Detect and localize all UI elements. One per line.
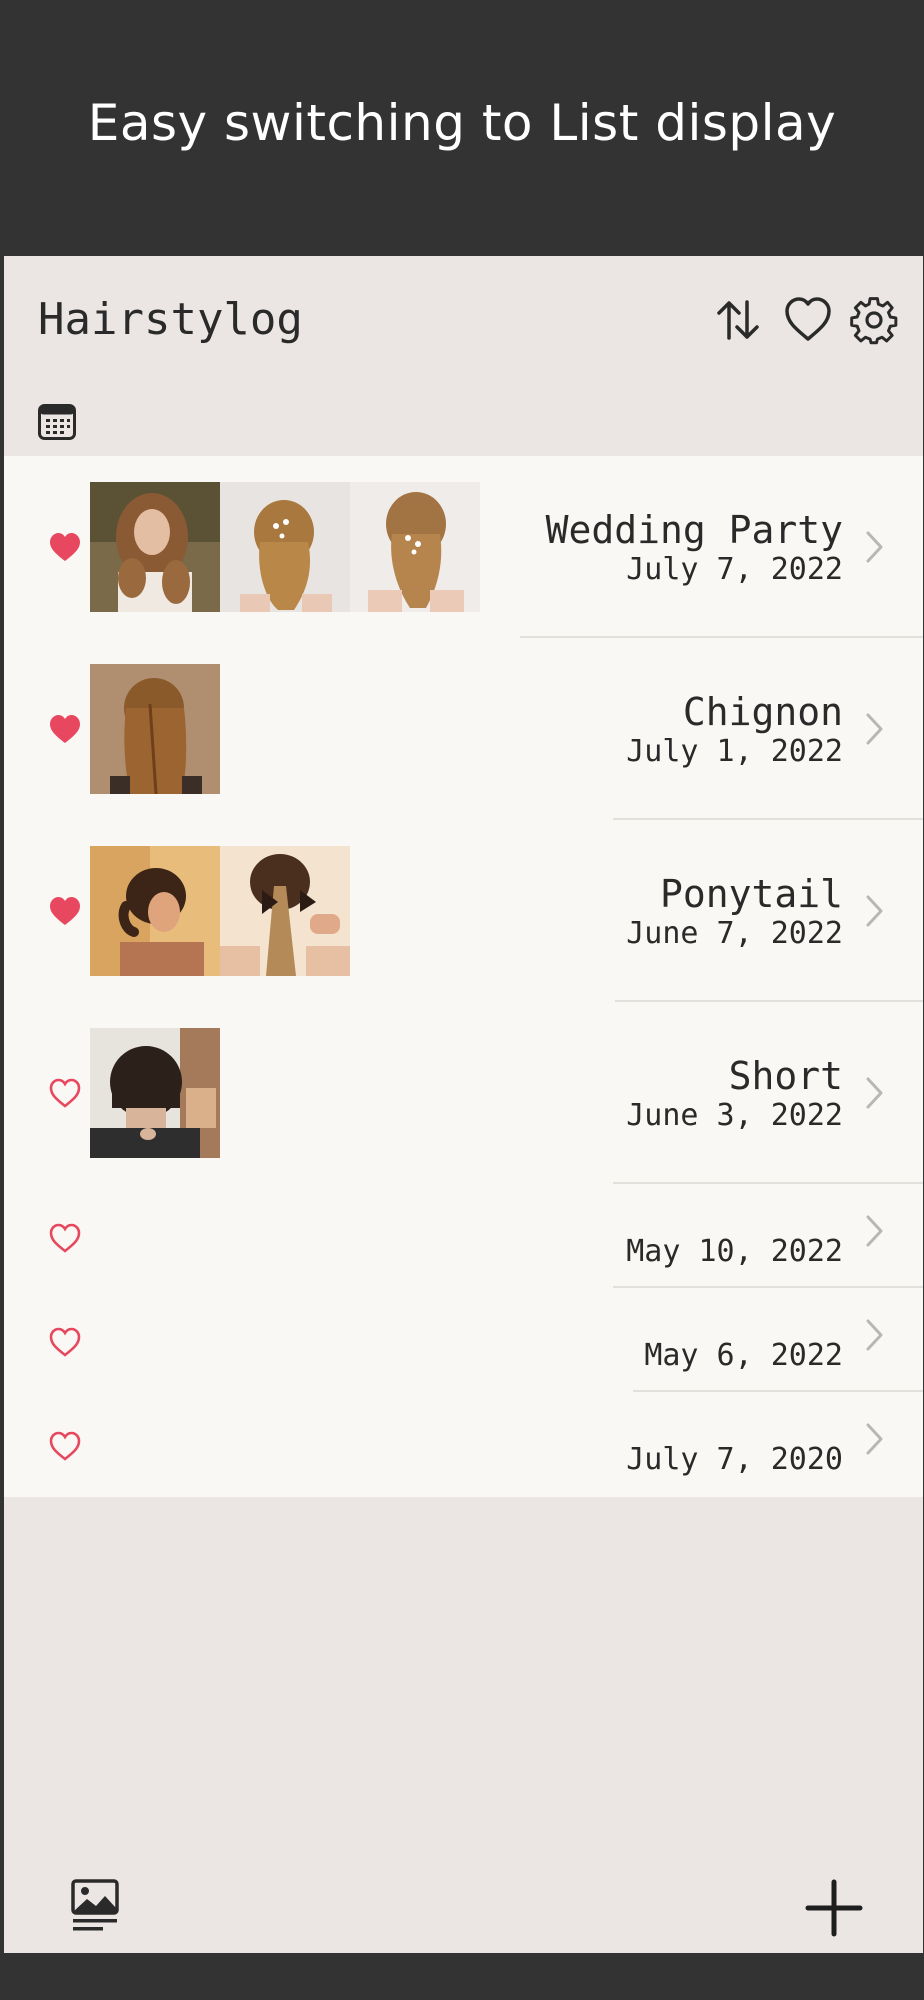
chevron-right-icon xyxy=(865,1422,885,1456)
gallery-view-icon[interactable] xyxy=(70,1878,120,1934)
entry-date: June 7, 2022 xyxy=(626,916,843,951)
list-item[interactable]: May 6, 2022 xyxy=(4,1288,923,1392)
chevron-right-icon xyxy=(865,530,885,564)
entry-title: Short xyxy=(728,1054,843,1098)
app-screen: Hairstylog Wedding Party July 7, 2022 Ch… xyxy=(4,256,923,1953)
chevron-right-icon xyxy=(865,894,885,928)
calendar-view-icon[interactable] xyxy=(38,404,76,440)
heart-outline-icon[interactable] xyxy=(48,1222,82,1254)
sort-icon[interactable] xyxy=(712,294,764,346)
heart-outline-icon[interactable] xyxy=(48,1326,82,1358)
entry-texts: Ponytail June 7, 2022 xyxy=(626,872,843,952)
entry-date: July 7, 2020 xyxy=(626,1442,843,1477)
photo-strip xyxy=(90,664,220,794)
chevron-right-icon xyxy=(865,1076,885,1110)
heart-outline-icon[interactable] xyxy=(48,1077,82,1109)
entry-texts: Wedding Party July 7, 2022 xyxy=(546,508,843,588)
entry-title: Wedding Party xyxy=(545,508,843,552)
entry-list: Wedding Party July 7, 2022 Chignon July … xyxy=(4,456,923,1497)
banner-caption: Easy switching to List display xyxy=(87,94,837,152)
entry-texts: May 6, 2022 xyxy=(644,1338,843,1374)
heart-filled-icon[interactable] xyxy=(48,531,82,563)
heart-filled-icon[interactable] xyxy=(48,713,82,745)
list-item[interactable]: July 7, 2020 xyxy=(4,1392,923,1497)
photo-strip xyxy=(90,846,350,976)
favorites-filter-icon[interactable] xyxy=(782,294,834,346)
app-title: Hairstylog xyxy=(38,294,303,345)
list-item[interactable]: Ponytail June 7, 2022 xyxy=(4,820,923,1002)
hairstyle-photo xyxy=(90,664,220,794)
entry-title: Chignon xyxy=(682,690,843,734)
chevron-right-icon xyxy=(865,712,885,746)
heart-filled-icon[interactable] xyxy=(48,895,82,927)
entry-texts: Chignon July 1, 2022 xyxy=(626,690,843,770)
list-item[interactable]: May 10, 2022 xyxy=(4,1184,923,1288)
hairstyle-photo xyxy=(90,1028,220,1158)
list-item[interactable]: Chignon July 1, 2022 xyxy=(4,638,923,820)
hairstyle-photo xyxy=(90,846,220,976)
entry-title: Ponytail xyxy=(659,872,843,916)
photo-strip xyxy=(90,1028,220,1158)
chevron-right-icon xyxy=(865,1318,885,1352)
heart-outline-icon[interactable] xyxy=(48,1430,82,1462)
entry-date: May 10, 2022 xyxy=(626,1234,843,1269)
chevron-right-icon xyxy=(865,1214,885,1248)
hairstyle-photo xyxy=(220,482,350,612)
entry-date: July 1, 2022 xyxy=(626,734,843,769)
entry-date: May 6, 2022 xyxy=(644,1338,843,1373)
gear-icon[interactable] xyxy=(848,294,900,346)
entry-texts: July 7, 2020 xyxy=(626,1442,843,1478)
hairstyle-photo xyxy=(220,846,350,976)
photo-strip xyxy=(90,482,480,612)
list-item[interactable]: Wedding Party July 7, 2022 xyxy=(4,456,923,638)
entry-date: June 3, 2022 xyxy=(626,1098,843,1133)
list-item[interactable]: Short June 3, 2022 xyxy=(4,1002,923,1184)
promo-banner: Easy switching to List display xyxy=(0,0,924,256)
hairstyle-photo xyxy=(350,482,480,612)
entry-texts: May 10, 2022 xyxy=(626,1234,843,1270)
add-icon[interactable] xyxy=(804,1878,864,1938)
hairstyle-photo xyxy=(90,482,220,612)
entry-texts: Short June 3, 2022 xyxy=(626,1054,843,1134)
entry-date: July 7, 2022 xyxy=(626,552,843,587)
